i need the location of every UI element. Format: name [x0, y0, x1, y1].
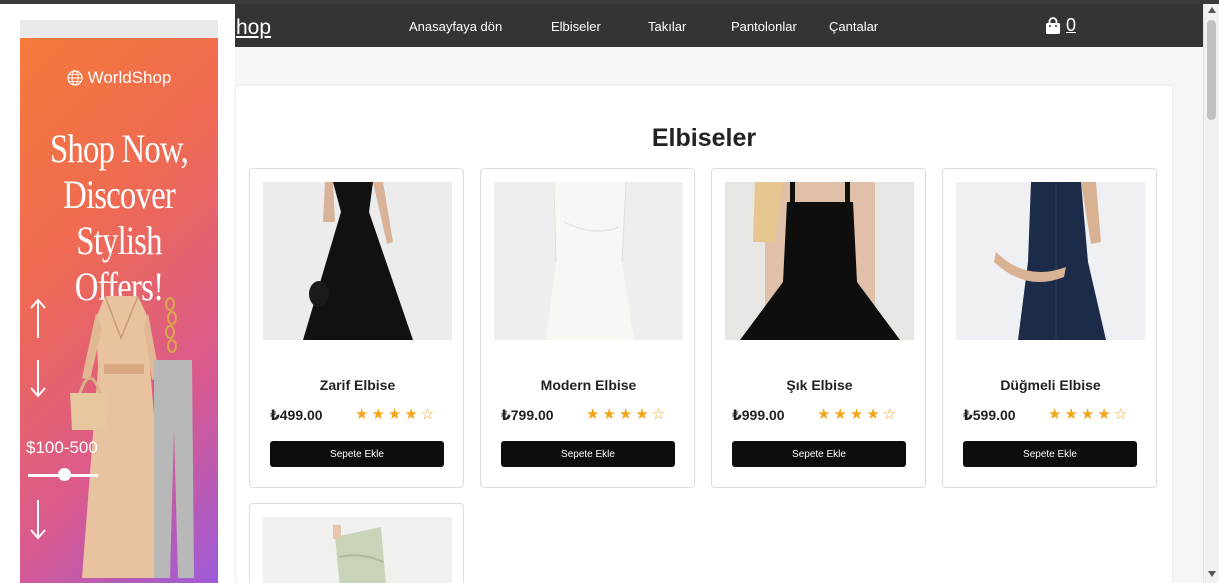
ad-top-strip: [20, 20, 218, 38]
product-image[interactable]: [725, 182, 914, 340]
product-card[interactable]: Şık Elbise ₺999.00 ★★★★☆ Sepete Ekle: [711, 168, 926, 488]
dress-image: [956, 182, 1145, 340]
cart-count: 0: [1066, 15, 1077, 35]
ad-illustration: [30, 295, 194, 578]
product-price: ₺599.00: [963, 407, 1016, 423]
scroll-down-arrow-icon[interactable]: [1208, 571, 1216, 577]
ad-frame: WorldShop Shop Now, Discover Stylish Off…: [0, 4, 235, 583]
brand-link[interactable]: hop: [236, 16, 271, 40]
page-scrollbar[interactable]: [1203, 4, 1219, 583]
scroll-thumb[interactable]: [1207, 20, 1216, 120]
product-card[interactable]: Düğmeli Elbise ₺599.00 ★★★★☆ Sepete Ekle: [942, 168, 1157, 488]
product-image[interactable]: [263, 517, 452, 583]
product-image[interactable]: [956, 182, 1145, 340]
nav-dresses[interactable]: Elbiseler: [551, 19, 601, 34]
star-rating: ★★★★☆: [355, 406, 438, 423]
product-name: Zarif Elbise: [319, 377, 396, 393]
arrow-icons: [30, 298, 46, 540]
product-card[interactable]: [249, 503, 464, 583]
product-price: ₺799.00: [501, 407, 554, 423]
nav-home[interactable]: Anasayfaya dön: [409, 19, 502, 34]
cart-button[interactable]: 0: [1044, 15, 1076, 36]
advertisement-banner[interactable]: WorldShop Shop Now, Discover Stylish Off…: [20, 38, 218, 583]
ad-price-slider-knob: [58, 468, 71, 481]
dress-image: [494, 182, 683, 340]
star-rating: ★★★★☆: [586, 406, 669, 423]
dress-image: [263, 182, 452, 340]
ad-price-range: $100-500: [26, 438, 98, 457]
product-name: Düğmeli Elbise: [1000, 377, 1101, 393]
scroll-up-arrow-icon[interactable]: [1208, 7, 1216, 13]
product-name: Şık Elbise: [786, 377, 853, 393]
product-image[interactable]: [494, 182, 683, 340]
add-to-cart-button[interactable]: Sepete Ekle: [732, 441, 906, 467]
star-rating: ★★★★☆: [817, 406, 900, 423]
dress-image: [263, 517, 452, 583]
product-price: ₺999.00: [732, 407, 785, 423]
nav-jewelry[interactable]: Takılar: [648, 19, 686, 34]
nav-pants[interactable]: Pantolonlar: [731, 19, 797, 34]
add-to-cart-button[interactable]: Sepete Ekle: [270, 441, 444, 467]
add-to-cart-button[interactable]: Sepete Ekle: [963, 441, 1137, 467]
dress-image: [725, 182, 914, 340]
nav-bags[interactable]: Çantalar: [829, 19, 878, 34]
shopping-bag-icon: [1046, 16, 1060, 34]
page-title: Elbiseler: [651, 124, 757, 152]
add-to-cart-button[interactable]: Sepete Ekle: [501, 441, 675, 467]
product-price: ₺499.00: [270, 407, 323, 423]
star-rating: ★★★★☆: [1048, 406, 1131, 423]
product-card[interactable]: Zarif Elbise ₺499.00 ★★★★☆ Sepete Ekle: [249, 168, 464, 488]
product-name: Modern Elbise: [540, 377, 637, 393]
product-image[interactable]: [263, 182, 452, 340]
product-card[interactable]: Modern Elbise ₺799.00 ★★★★☆ Sepete Ekle: [480, 168, 695, 488]
